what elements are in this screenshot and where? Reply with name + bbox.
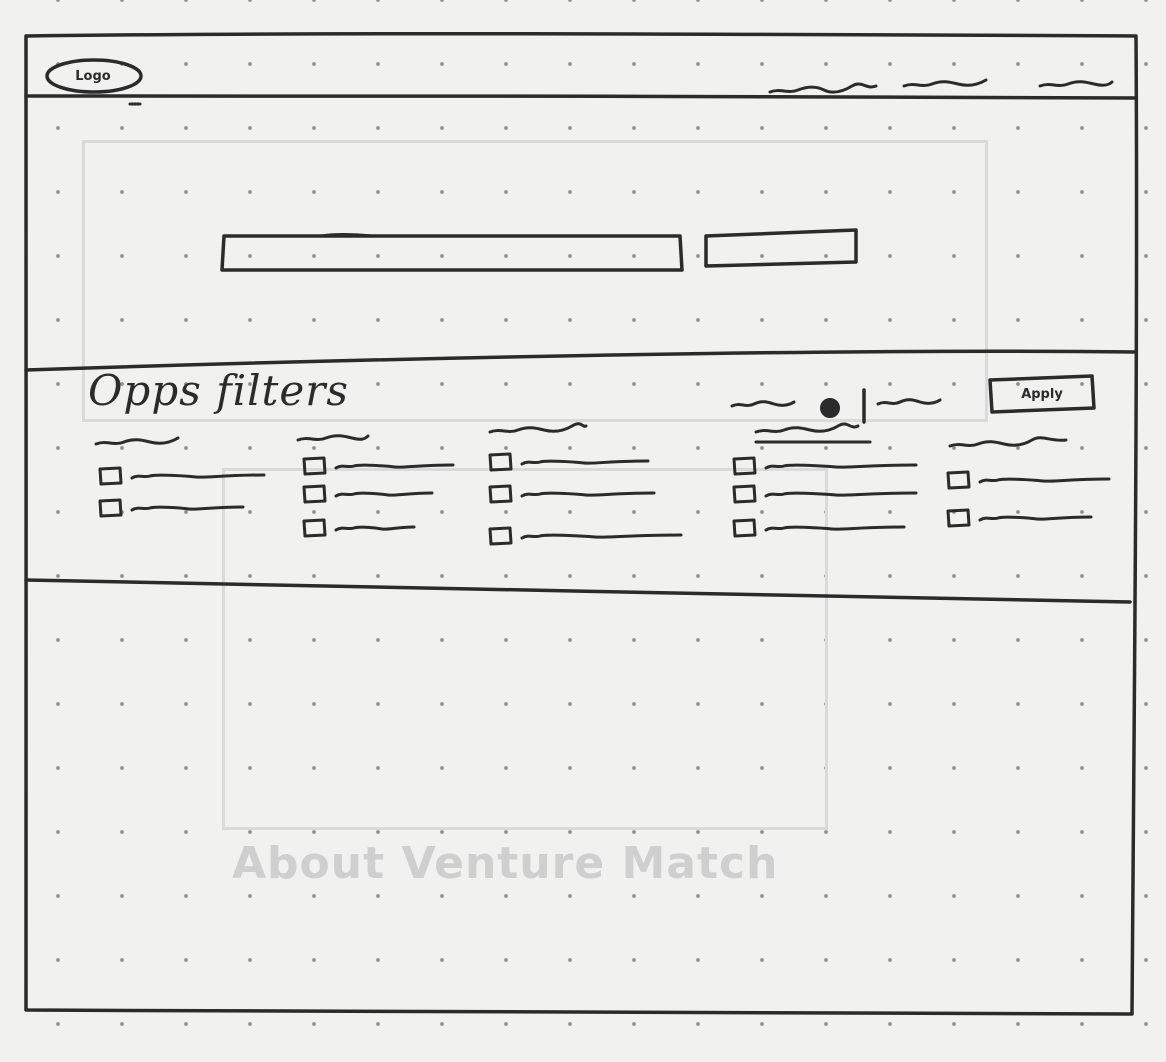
filter-option[interactable] [488, 482, 656, 508]
filter-option[interactable] [946, 468, 1111, 494]
search-input[interactable] [224, 236, 684, 272]
filter-toggle-label-left [730, 392, 800, 416]
nav-item-3[interactable] [1036, 70, 1116, 98]
filter-option[interactable] [302, 516, 416, 542]
filter-option[interactable] [302, 454, 455, 480]
nav-item-1[interactable] [766, 74, 878, 102]
filter-option[interactable] [732, 454, 918, 480]
filter-column-heading [98, 428, 208, 448]
filter-toggle-label-right [876, 392, 946, 416]
filter-option[interactable] [488, 524, 683, 550]
filter-column-heading [946, 432, 1056, 452]
filter-option[interactable] [488, 450, 650, 476]
filter-option[interactable] [732, 516, 906, 542]
wireframe-page: Logo Opps filters Apply [22, 30, 1140, 1016]
filter-option[interactable] [732, 482, 918, 508]
filter-column-heading [302, 418, 412, 438]
filter-column-heading [488, 414, 598, 434]
filter-option[interactable] [302, 482, 434, 508]
search-button[interactable] [706, 230, 856, 266]
apply-filters-label: Apply [1021, 386, 1063, 402]
nav-item-2[interactable] [900, 70, 1012, 98]
sketch-paper: About Venture Match Logo Opps filters Ap… [0, 0, 1166, 1062]
logo-label: Logo [75, 68, 111, 84]
filter-option[interactable] [98, 496, 245, 522]
filter-option[interactable] [946, 506, 1093, 532]
filters-title: Opps filters [88, 366, 349, 415]
filter-option[interactable] [98, 464, 266, 490]
filter-column-heading [732, 418, 842, 438]
